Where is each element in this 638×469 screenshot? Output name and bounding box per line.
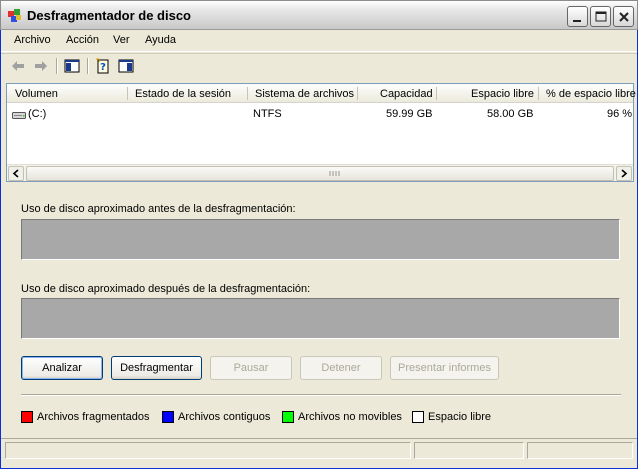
volume-percent-free: 96 % [607,108,633,120]
column-header-espacio-libre[interactable]: Espacio libre [471,88,534,100]
usage-after-label: Uso de disco aproximado después de la de… [21,283,311,295]
toolbar-separator [56,58,58,74]
volume-list[interactable]: Volumen Estado de la sesión Sistema de a… [6,83,636,182]
properties-icon[interactable] [117,57,135,75]
show-hide-console-tree-icon[interactable] [63,57,81,75]
chevron-left-icon [12,169,19,178]
close-icon [619,12,629,22]
column-divider[interactable] [127,87,128,100]
legend-label-contiguous: Archivos contiguos [178,411,271,423]
title-bar[interactable]: Desfragmentador de disco [0,0,638,30]
defragment-button[interactable]: Desfragmentar [111,356,202,380]
hard-drive-icon [12,112,26,119]
defrag-window: Desfragmentador de disco Archivo Acción … [0,0,638,469]
scroll-thumb[interactable] [26,166,614,181]
close-button[interactable] [613,6,634,27]
maximize-icon [595,11,607,22]
menu-ver[interactable]: Ver [113,34,130,46]
legend-label-fragmented: Archivos fragmentados [37,411,150,423]
menu-ayuda[interactable]: Ayuda [145,34,176,46]
svg-text:?: ? [100,62,106,73]
volume-capacity: 59.99 GB [386,108,433,120]
toolbar-separator [87,58,89,74]
legend-swatch-unmovable [282,411,294,423]
status-bar [1,438,637,460]
help-icon[interactable]: ? [94,57,112,75]
status-pane-secondary [414,442,524,459]
forward-arrow-icon[interactable] [32,57,50,75]
scroll-right-button[interactable] [616,166,632,181]
column-header-sistema[interactable]: Sistema de archivos [255,88,354,100]
column-header-capacidad[interactable]: Capacidad [380,88,433,100]
status-pane-main [5,442,411,459]
back-arrow-icon[interactable] [9,57,27,75]
column-header-porcentaje[interactable]: % de espacio libre [546,88,636,100]
legend-divider [21,394,621,396]
menu-archivo[interactable]: Archivo [14,34,51,46]
analyze-button[interactable]: Analizar [21,356,103,380]
pause-button[interactable]: Pausar [210,356,292,380]
column-divider[interactable] [436,87,437,100]
legend-swatch-contiguous [162,411,174,423]
menu-bar: Archivo Acción Ver Ayuda [1,30,637,52]
window-title: Desfragmentador de disco [27,8,191,23]
grip-icon [329,171,340,176]
usage-after-bar [21,298,620,339]
minimize-button[interactable] [567,6,588,27]
chevron-right-icon [621,169,628,178]
status-pane-tertiary [527,442,633,459]
column-divider[interactable] [247,87,248,100]
volume-free-space: 58.00 GB [487,108,534,120]
report-button[interactable]: Presentar informes [390,356,499,380]
column-divider[interactable] [357,87,358,100]
maximize-button[interactable] [590,6,611,27]
legend-label-unmovable: Archivos no movibles [298,411,402,423]
legend-label-free: Espacio libre [428,411,491,423]
menu-accion[interactable]: Acción [66,34,99,46]
legend-swatch-free [412,411,424,423]
column-header-estado[interactable]: Estado de la sesión [135,88,231,100]
minimize-icon [573,20,581,22]
column-divider[interactable] [538,87,539,100]
scroll-left-button[interactable] [8,166,24,181]
volume-name: (C:) [28,108,47,120]
defrag-app-icon [8,9,21,22]
usage-before-bar [21,219,620,260]
volume-filesystem: NTFS [253,108,282,120]
toolbar: ? [1,53,637,79]
column-header-volumen[interactable]: Volumen [15,88,58,100]
horizontal-scrollbar[interactable] [7,164,633,181]
stop-button[interactable]: Detener [300,356,382,380]
legend-swatch-fragmented [21,411,33,423]
volume-list-header: Volumen Estado de la sesión Sistema de a… [7,84,636,103]
usage-before-label: Uso de disco aproximado antes de la desf… [21,203,296,215]
